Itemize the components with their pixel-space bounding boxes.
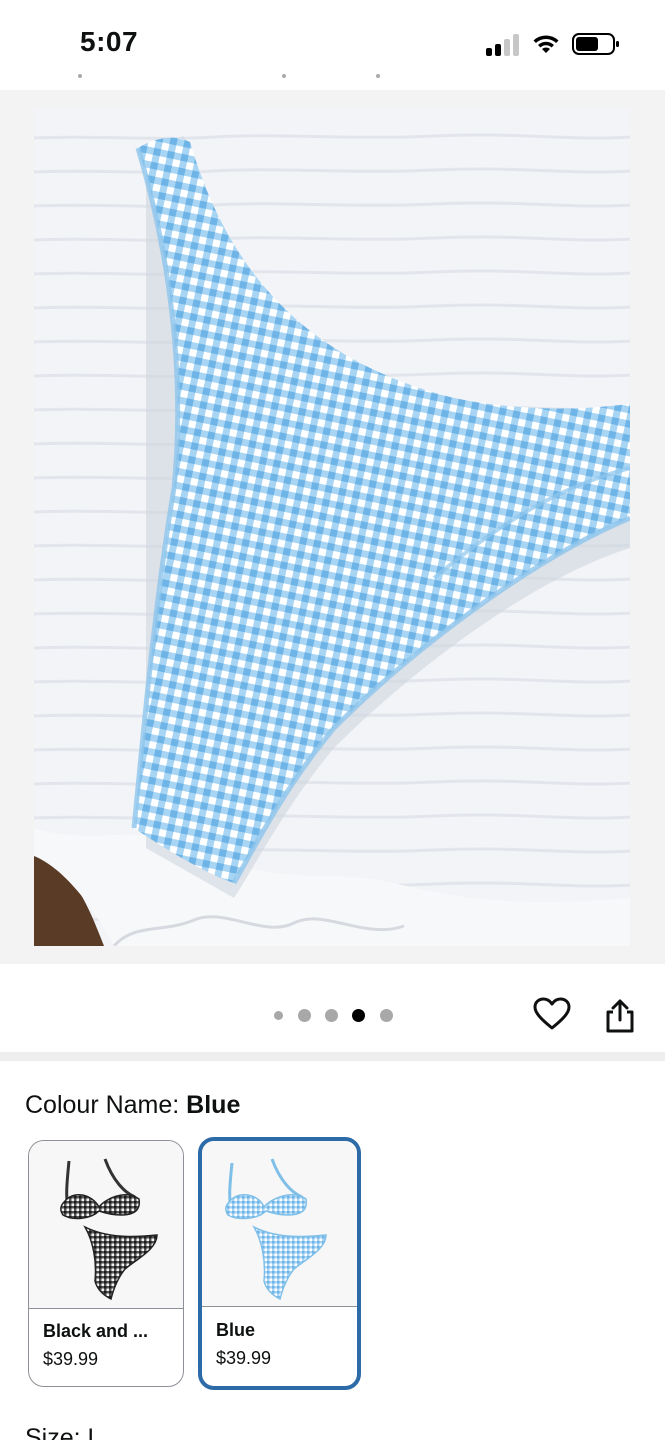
- previous-section-peek: [0, 70, 665, 90]
- colour-selected-value: Blue: [186, 1091, 241, 1119]
- page-dot[interactable]: [298, 1009, 311, 1022]
- swatch-product-thumbnail: [60, 1158, 158, 1301]
- swatch-price: $39.99: [216, 1348, 272, 1368]
- swatch-image: [202, 1141, 357, 1307]
- favorite-button[interactable]: [530, 992, 574, 1036]
- wifi-icon: [533, 35, 559, 53]
- cellular-signal-icon: [486, 34, 520, 56]
- image-gallery[interactable]: [0, 90, 665, 964]
- battery-icon: [572, 33, 619, 55]
- page-dot[interactable]: [325, 1009, 338, 1022]
- swatch-name: Black and ...: [43, 1321, 149, 1341]
- swatch-price: $39.99: [43, 1349, 99, 1369]
- gallery-controls: [0, 964, 665, 1052]
- colour-label: Colour Name: Blue: [25, 1091, 240, 1120]
- status-time: 5:07: [80, 26, 139, 57]
- size-label-peek: Size: L: [25, 1424, 102, 1440]
- product-image[interactable]: [34, 108, 630, 946]
- page-dot[interactable]: [274, 1011, 283, 1020]
- swatch-name: Blue: [216, 1320, 256, 1340]
- colour-option-blue[interactable]: Blue $39.99: [198, 1137, 361, 1390]
- swatch-image: [29, 1141, 183, 1309]
- section-divider: [0, 1052, 665, 1061]
- page-dot[interactable]: [380, 1009, 393, 1022]
- colour-option-black[interactable]: Black and ... $39.99: [28, 1140, 184, 1387]
- swatch-product-thumbnail: [225, 1158, 327, 1301]
- page-dot-active[interactable]: [352, 1009, 365, 1022]
- colour-label-prefix: Colour Name:: [25, 1091, 187, 1119]
- colour-selector: Colour Name: Blue Black and ... $39.99 B…: [0, 1061, 665, 1440]
- heart-icon: [533, 997, 571, 1030]
- share-icon: [606, 999, 634, 1033]
- product-photo: [34, 108, 630, 946]
- share-button[interactable]: [598, 994, 642, 1038]
